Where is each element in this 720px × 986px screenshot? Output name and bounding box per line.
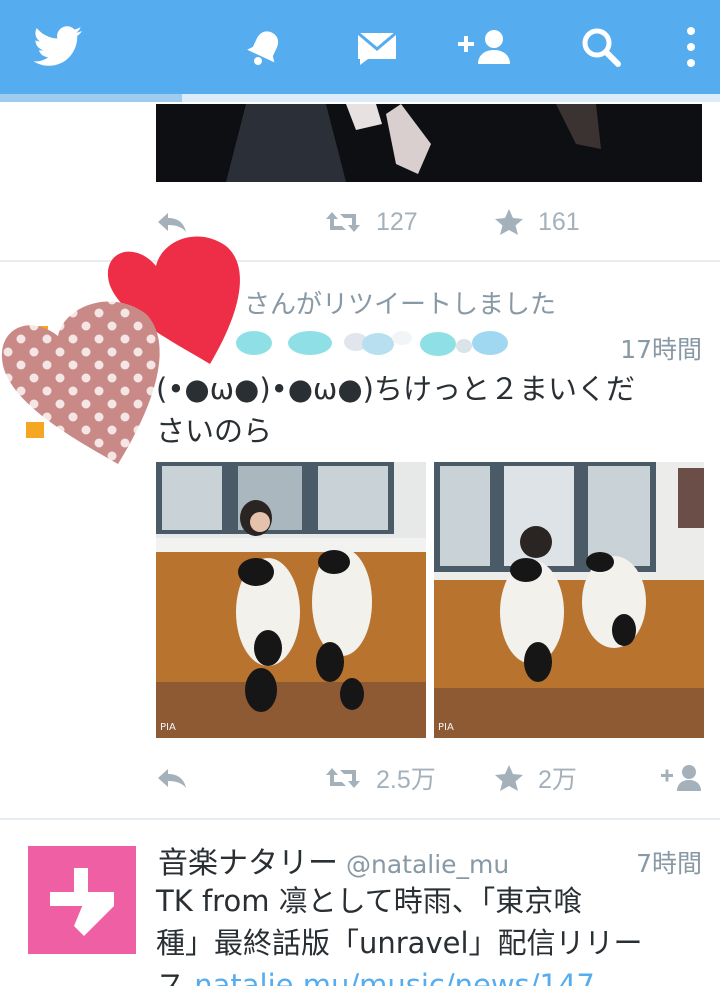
favorite-count: 2万 — [538, 766, 577, 794]
tweet-time: 17時間 — [620, 335, 702, 364]
add-user-icon[interactable] — [454, 0, 516, 94]
retweet-button[interactable]: 2.5万 — [324, 758, 436, 798]
tweet-text-line: ス natalie.mu/music/news/147... — [156, 964, 622, 986]
favorite-button[interactable]: 161 — [494, 202, 580, 242]
favorite-button[interactable]: 2万 — [494, 758, 577, 798]
reply-icon — [158, 769, 186, 788]
tweet-photo[interactable]: PIA — [156, 462, 426, 738]
star-icon — [495, 765, 523, 791]
natalie-logo-icon — [28, 846, 136, 954]
envelope-icon[interactable] — [352, 0, 402, 94]
tweet-text-line: (•●ω●)•●ω●)ちけっと２まいくだ — [156, 372, 635, 406]
tweet-link[interactable]: natalie.mu/music/news/147... — [194, 968, 622, 986]
more-vertical-icon[interactable] — [676, 0, 706, 94]
tweet-photo[interactable] — [156, 104, 702, 182]
tweet-text-fragment: ス — [156, 968, 186, 986]
star-icon — [495, 209, 523, 235]
tweet-text-line: 種」最終話版「unravel」配信リリー — [156, 926, 643, 960]
avatar[interactable] — [28, 846, 136, 954]
retweet-button[interactable]: 127 — [324, 202, 418, 242]
twitter-bird-icon[interactable] — [26, 0, 90, 94]
screen-name: @natalie_mu — [346, 850, 510, 879]
display-name: 音楽ナタリー — [158, 846, 338, 881]
photo-watermark: PIA — [438, 722, 454, 733]
bell-icon[interactable] — [240, 0, 290, 94]
favorite-count: 161 — [538, 207, 580, 236]
search-icon[interactable] — [576, 0, 626, 94]
retweet-count: 127 — [376, 207, 418, 236]
obscured-handle — [236, 331, 508, 356]
retweet-context: さんがリツイートしました — [244, 290, 557, 320]
retweet-icon — [326, 768, 360, 788]
add-user-icon — [661, 765, 701, 791]
retweet-icon — [326, 212, 360, 232]
tweet-text-line: TK from 凛として時雨、「東京喰 — [156, 884, 583, 918]
tweet-author[interactable]: 音楽ナタリー @natalie_mu — [158, 838, 509, 882]
tweet-time: 7時間 — [636, 849, 702, 878]
tweet-actions: 2.5万 2万 — [0, 758, 720, 798]
tab-indicator-active — [0, 94, 182, 102]
retweet-count: 2.5万 — [376, 766, 436, 794]
top-app-bar — [0, 0, 720, 102]
tweet-photo[interactable]: PIA — [434, 462, 704, 738]
reply-button[interactable] — [156, 758, 188, 798]
photo-watermark: PIA — [160, 722, 176, 733]
polka-dot-heart-sticker — [1, 301, 160, 464]
tweet-text-line: さいのら — [156, 414, 273, 448]
tweet-divider — [0, 818, 720, 820]
follow-button[interactable] — [660, 758, 704, 798]
